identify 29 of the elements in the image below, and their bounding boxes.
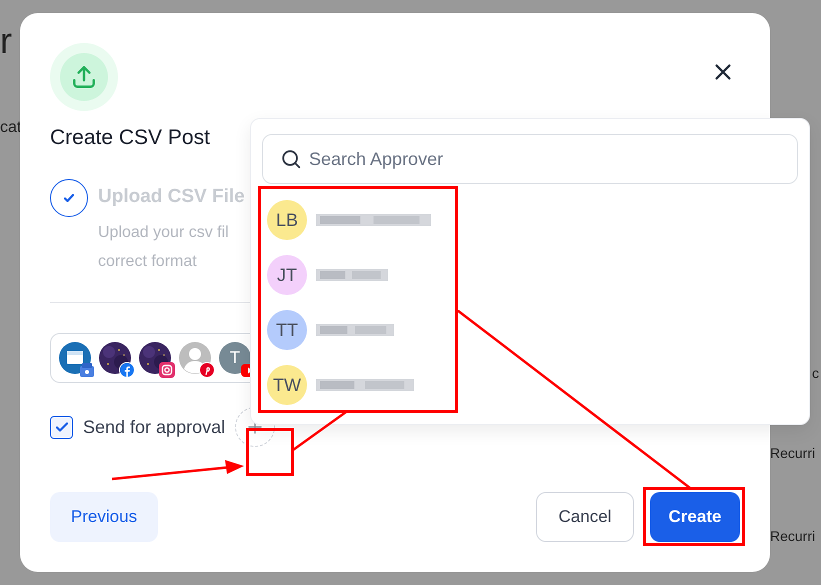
background-text: Recurri — [770, 527, 816, 546]
search-field[interactable]: Search Approver — [262, 134, 798, 184]
approval-label: Send for approval — [83, 416, 226, 439]
background-text: Recurri — [770, 444, 816, 463]
approver-item[interactable]: LB — [267, 200, 452, 240]
approver-avatar: LB — [267, 200, 307, 240]
facebook-icon — [119, 362, 135, 378]
approver-avatar: JT — [267, 255, 307, 295]
cancel-button[interactable]: Cancel — [536, 492, 634, 542]
background-text: cat — [0, 118, 22, 138]
instagram-icon — [159, 362, 175, 378]
annotation-frame — [246, 428, 294, 476]
step-description: Upload your csv fil correct format — [98, 223, 230, 272]
background-text: c — [812, 364, 819, 383]
create-button[interactable]: Create — [650, 492, 740, 542]
upload-icon — [71, 64, 97, 90]
approver-avatar: TT — [267, 310, 307, 350]
previous-button[interactable]: Previous — [50, 492, 158, 542]
approval-checkbox[interactable] — [50, 416, 73, 438]
annotation-line — [293, 412, 347, 451]
store-badge-icon — [79, 362, 95, 378]
pinterest-icon — [199, 362, 215, 378]
approver-item[interactable]: TW — [267, 365, 452, 405]
dialog-title: Create CSV Post — [50, 125, 211, 151]
background-text: r — [0, 19, 12, 63]
approver-avatar: TW — [267, 365, 307, 405]
search-icon — [280, 148, 302, 170]
approver-item[interactable]: JT — [267, 255, 452, 295]
approver-item[interactable]: TT — [267, 310, 452, 350]
